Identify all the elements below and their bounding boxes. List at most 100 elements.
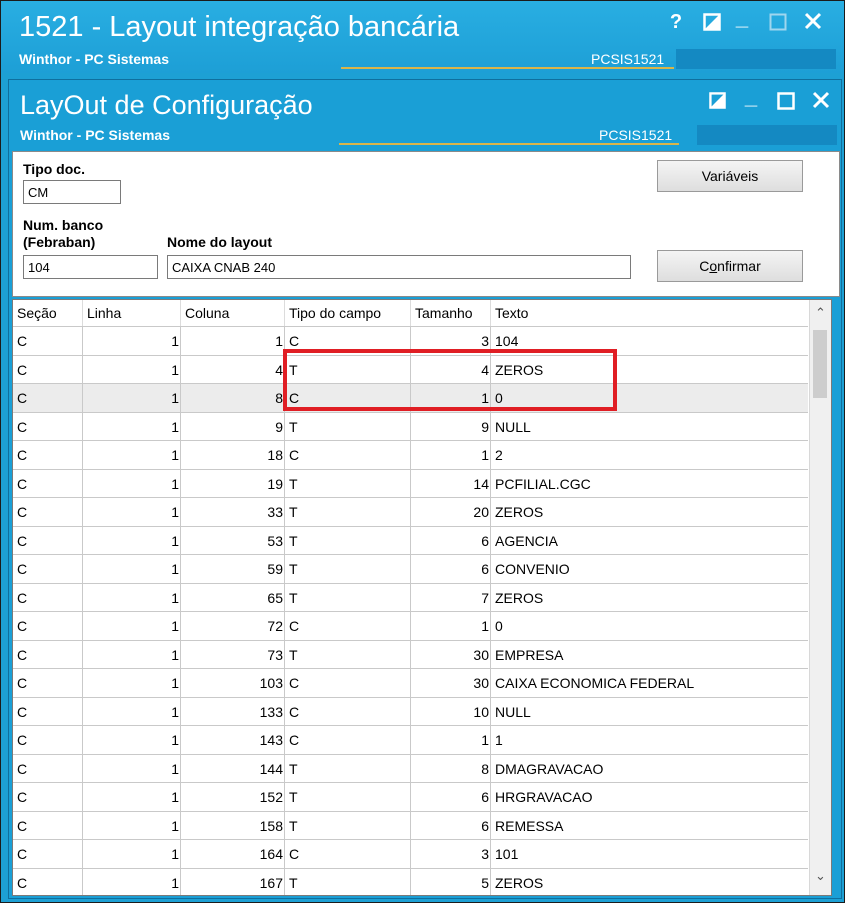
- cell-tamanho[interactable]: 5: [411, 868, 491, 895]
- vertical-scrollbar[interactable]: ⌃ ⌄: [809, 300, 831, 895]
- variaveis-button[interactable]: Variáveis: [657, 160, 803, 192]
- cell-tamanho[interactable]: 7: [411, 583, 491, 612]
- cell-linha[interactable]: 1: [83, 640, 181, 669]
- cell-texto[interactable]: NULL: [491, 413, 808, 441]
- cell-tipo-campo[interactable]: T: [285, 555, 411, 583]
- cell-linha[interactable]: 1: [83, 669, 181, 697]
- cell-tipo-campo[interactable]: T: [285, 868, 411, 895]
- cell-tamanho[interactable]: 6: [411, 526, 491, 555]
- table-row[interactable]: C 1 143 C 1 1: [13, 725, 808, 754]
- table-row[interactable]: C 1 144 T 8 DMAGRAVACAO: [13, 753, 808, 783]
- restore-button[interactable]: [702, 13, 722, 33]
- cell-tipo-campo[interactable]: T: [285, 783, 411, 811]
- cell-secao[interactable]: C: [13, 697, 83, 726]
- table-row[interactable]: C 1 152 T 6 HRGRAVACAO: [13, 782, 808, 811]
- cell-linha[interactable]: 1: [83, 840, 181, 868]
- cell-texto[interactable]: CAIXA ECONOMICA FEDERAL: [491, 669, 808, 697]
- cell-linha[interactable]: 1: [83, 811, 181, 840]
- cell-tipo-campo[interactable]: T: [285, 469, 411, 498]
- cell-secao[interactable]: C: [13, 840, 83, 868]
- cell-tamanho[interactable]: 9: [411, 412, 491, 441]
- cell-secao[interactable]: C: [13, 469, 83, 498]
- cell-texto[interactable]: PCFILIAL.CGC: [491, 470, 808, 498]
- cell-texto[interactable]: HRGRAVACAO: [491, 783, 808, 811]
- cell-linha[interactable]: 1: [83, 583, 181, 612]
- table-row[interactable]: C 1 73 T 30 EMPRESA: [13, 639, 808, 669]
- cell-secao[interactable]: C: [13, 327, 83, 355]
- table-row[interactable]: C 1 59 T 6 CONVENIO: [13, 554, 808, 583]
- column-header-texto[interactable]: Texto: [491, 300, 808, 326]
- cell-linha[interactable]: 1: [83, 555, 181, 583]
- cell-tipo-campo[interactable]: T: [285, 498, 411, 526]
- cell-linha[interactable]: 1: [83, 498, 181, 526]
- cell-linha[interactable]: 1: [83, 697, 181, 726]
- cell-tipo-campo[interactable]: C: [285, 726, 411, 754]
- cell-tamanho[interactable]: 1: [411, 441, 491, 469]
- scroll-down-icon[interactable]: ⌄: [810, 866, 831, 886]
- cell-coluna[interactable]: 53: [181, 526, 285, 555]
- tipo-doc-input[interactable]: CM: [23, 180, 121, 204]
- cell-texto[interactable]: 1: [491, 726, 808, 754]
- table-row[interactable]: C 1 133 C 10 NULL: [13, 696, 808, 726]
- scroll-up-icon[interactable]: ⌃: [810, 303, 831, 323]
- cell-tamanho[interactable]: 6: [411, 555, 491, 583]
- table-row[interactable]: C 1 9 T 9 NULL: [13, 411, 808, 441]
- cell-secao[interactable]: C: [13, 555, 83, 583]
- cell-tamanho[interactable]: 6: [411, 783, 491, 811]
- table-row[interactable]: C 1 158 T 6 REMESSA: [13, 810, 808, 840]
- table-row[interactable]: C 1 53 T 6 AGENCIA: [13, 525, 808, 555]
- cell-coluna[interactable]: 167: [181, 868, 285, 895]
- cell-secao[interactable]: C: [13, 783, 83, 811]
- cell-secao[interactable]: C: [13, 441, 83, 469]
- cell-texto[interactable]: 2: [491, 441, 808, 469]
- table-row[interactable]: C 1 65 T 7 ZEROS: [13, 582, 808, 612]
- cell-secao[interactable]: C: [13, 583, 83, 612]
- cell-texto[interactable]: ZEROS: [491, 498, 808, 526]
- cell-tipo-campo[interactable]: C: [285, 669, 411, 697]
- cell-secao[interactable]: C: [13, 640, 83, 669]
- column-header-tamanho[interactable]: Tamanho: [411, 300, 491, 326]
- cell-tipo-campo[interactable]: C: [285, 441, 411, 469]
- cell-tipo-campo[interactable]: T: [285, 640, 411, 669]
- table-row[interactable]: C 1 72 C 1 0: [13, 611, 808, 640]
- minimize-button[interactable]: _: [733, 5, 751, 33]
- cell-coluna[interactable]: 1: [181, 327, 285, 355]
- dialog-maximize-button[interactable]: [776, 92, 796, 112]
- table-row[interactable]: C 1 103 C 30 CAIXA ECONOMICA FEDERAL: [13, 668, 808, 697]
- table-row[interactable]: C 1 167 T 5 ZEROS: [13, 867, 808, 895]
- cell-texto[interactable]: REMESSA: [491, 812, 808, 840]
- table-row[interactable]: C 1 33 T 20 ZEROS: [13, 497, 808, 526]
- maximize-button[interactable]: [768, 13, 788, 33]
- cell-linha[interactable]: 1: [83, 469, 181, 498]
- cell-linha[interactable]: 1: [83, 868, 181, 895]
- cell-tipo-campo[interactable]: T: [285, 583, 411, 612]
- cell-tipo-campo[interactable]: T: [285, 811, 411, 840]
- cell-secao[interactable]: C: [13, 726, 83, 754]
- cell-tamanho[interactable]: 1: [411, 612, 491, 640]
- table-row[interactable]: C 1 164 C 3 101: [13, 839, 808, 868]
- column-header-tipo-campo[interactable]: Tipo do campo: [285, 300, 411, 326]
- cell-secao[interactable]: C: [13, 754, 83, 783]
- cell-texto[interactable]: NULL: [491, 698, 808, 726]
- cell-coluna[interactable]: 19: [181, 469, 285, 498]
- cell-secao[interactable]: C: [13, 612, 83, 640]
- cell-coluna[interactable]: 33: [181, 498, 285, 526]
- cell-tipo-campo[interactable]: C: [285, 612, 411, 640]
- cell-linha[interactable]: 1: [83, 355, 181, 384]
- cell-secao[interactable]: C: [13, 811, 83, 840]
- cell-texto[interactable]: AGENCIA: [491, 527, 808, 555]
- cell-tipo-campo[interactable]: C: [285, 697, 411, 726]
- cell-tamanho[interactable]: 1: [411, 726, 491, 754]
- dialog-minimize-button[interactable]: _: [742, 84, 760, 112]
- help-button[interactable]: ?: [665, 11, 687, 35]
- cell-tipo-campo[interactable]: T: [285, 754, 411, 783]
- dialog-restore-button[interactable]: [707, 92, 727, 112]
- cell-coluna[interactable]: 8: [181, 384, 285, 412]
- cell-coluna[interactable]: 144: [181, 754, 285, 783]
- cell-coluna[interactable]: 143: [181, 726, 285, 754]
- scroll-thumb[interactable]: [813, 330, 827, 398]
- cell-coluna[interactable]: 72: [181, 612, 285, 640]
- cell-coluna[interactable]: 18: [181, 441, 285, 469]
- confirmar-button[interactable]: Confirmar: [657, 250, 803, 282]
- cell-texto[interactable]: EMPRESA: [491, 641, 808, 669]
